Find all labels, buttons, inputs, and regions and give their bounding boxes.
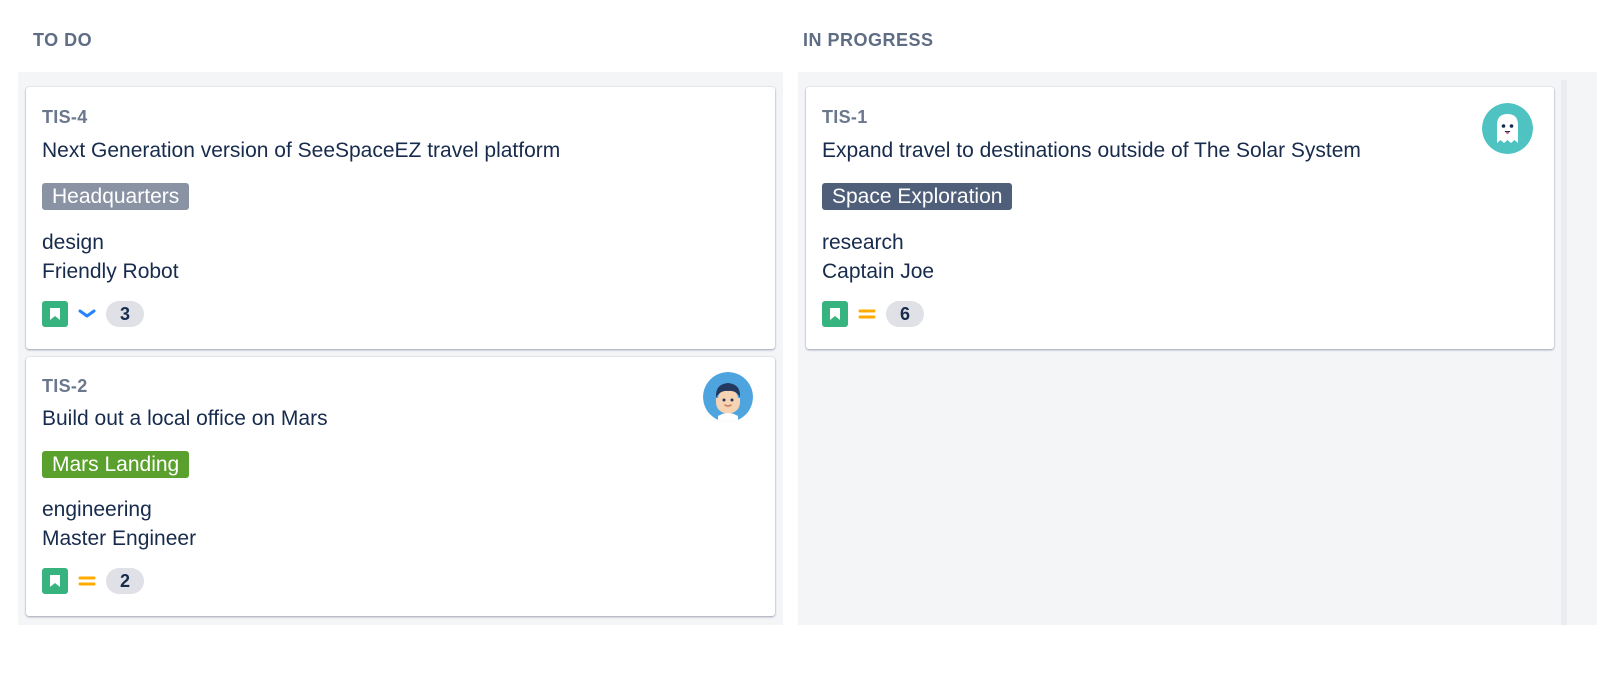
scrollbar-track[interactable] [1561, 80, 1567, 625]
epic-label: Space Exploration [822, 183, 1013, 210]
story-icon [42, 568, 68, 594]
component-field: design [42, 231, 104, 254]
ghost-avatar-icon[interactable] [1482, 103, 1533, 154]
issue-card[interactable]: TIS-4 Next Generation version of SeeSpac… [26, 87, 775, 349]
column-body: TIS-4 Next Generation version of SeeSpac… [18, 72, 783, 625]
column-title: TO DO [33, 30, 93, 50]
person-avatar-icon[interactable] [703, 372, 753, 422]
issue-key: TIS-2 [42, 376, 88, 396]
epic-label: Mars Landing [42, 451, 190, 478]
priority-medium-icon [856, 301, 878, 327]
story-points-badge: 6 [886, 301, 924, 327]
epic-label: Headquarters [42, 183, 190, 210]
issue-key: TIS-4 [42, 107, 88, 127]
issue-summary: Build out a local office on Mars [42, 407, 328, 430]
column-title: IN PROGRESS [803, 30, 934, 50]
issue-summary: Expand travel to destinations outside of… [822, 139, 1361, 162]
team-field: Master Engineer [42, 527, 197, 550]
team-field: Captain Joe [822, 260, 935, 283]
component-field: research [822, 231, 904, 254]
issue-summary: Next Generation version of SeeSpaceEZ tr… [42, 139, 561, 162]
card-footer: 6 [822, 301, 924, 327]
card-footer: 3 [42, 301, 144, 327]
card-footer: 2 [42, 568, 144, 594]
priority-medium-icon [76, 568, 98, 594]
story-icon [822, 301, 848, 327]
story-points-badge: 3 [106, 301, 144, 327]
issue-card[interactable]: TIS-1 Expand travel to destinations outs… [806, 87, 1554, 349]
story-icon [42, 301, 68, 327]
component-field: engineering [42, 498, 152, 521]
issue-key: TIS-1 [822, 107, 868, 127]
priority-low-icon [76, 301, 98, 327]
team-field: Friendly Robot [42, 260, 179, 283]
story-points-badge: 2 [106, 568, 144, 594]
issue-card[interactable]: TIS-2 Build out a local office on Mars M… [26, 357, 775, 616]
column-body: TIS-1 Expand travel to destinations outs… [798, 72, 1597, 625]
